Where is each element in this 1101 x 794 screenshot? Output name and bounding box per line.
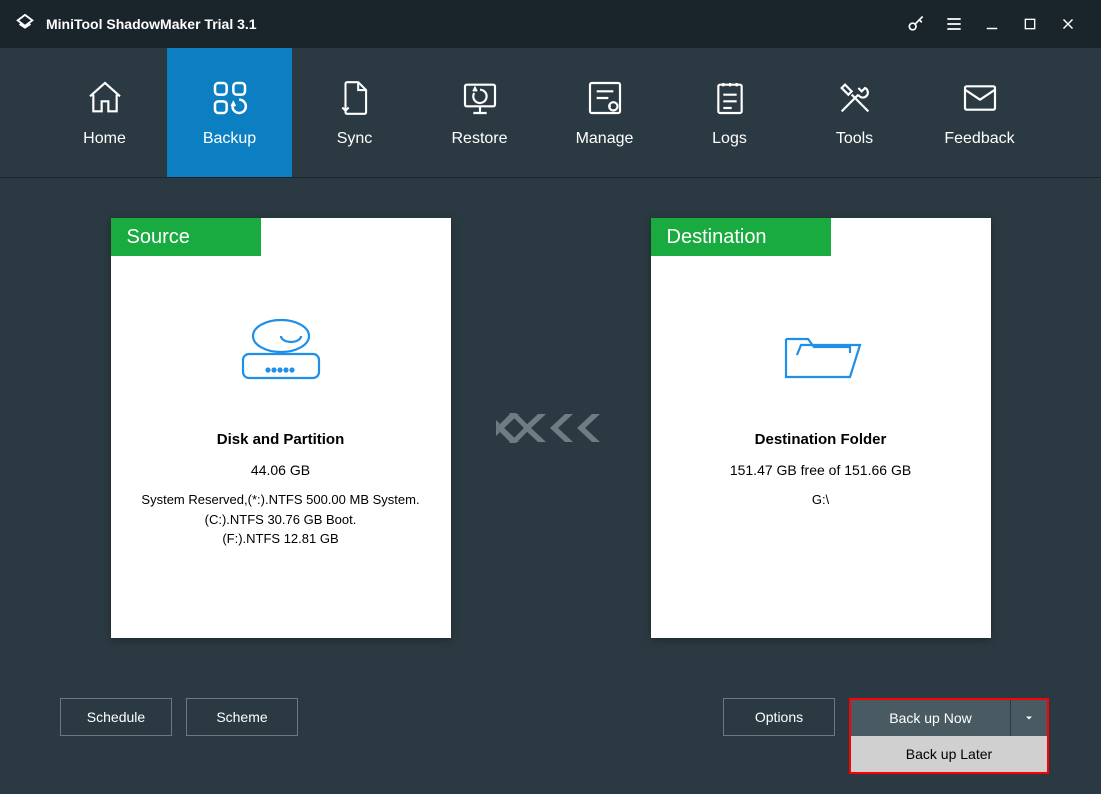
- nav-label: Tools: [836, 130, 873, 148]
- schedule-button[interactable]: Schedule: [60, 698, 172, 736]
- source-title: Disk and Partition: [217, 431, 345, 448]
- manage-icon: [585, 78, 625, 118]
- nav-restore[interactable]: Restore: [417, 48, 542, 177]
- nav-label: Home: [83, 130, 126, 148]
- source-tag: Source: [127, 226, 190, 249]
- feedback-icon: [960, 78, 1000, 118]
- nav-label: Backup: [203, 130, 256, 148]
- source-detail: System Reserved,(*:).NTFS 500.00 MB Syst…: [123, 490, 437, 549]
- main-nav: Home Backup Sync Restore Manage Logs T: [0, 48, 1101, 178]
- options-button[interactable]: Options: [723, 698, 835, 736]
- nav-home[interactable]: Home: [42, 48, 167, 177]
- nav-label: Sync: [337, 130, 373, 148]
- restore-icon: [460, 78, 500, 118]
- nav-label: Feedback: [944, 130, 1014, 148]
- home-icon: [85, 78, 125, 118]
- nav-logs[interactable]: Logs: [667, 48, 792, 177]
- sync-icon: [335, 78, 375, 118]
- backup-icon: [210, 78, 250, 118]
- destination-panel[interactable]: Destination Destination Folder 151.47 GB…: [651, 218, 991, 638]
- tools-icon: [835, 78, 875, 118]
- logs-icon: [710, 78, 750, 118]
- scheme-button[interactable]: Scheme: [186, 698, 298, 736]
- source-size: 44.06 GB: [251, 462, 310, 478]
- backup-split-button: Back up Now Back up Later: [849, 698, 1049, 774]
- menu-icon[interactable]: [935, 0, 973, 48]
- nav-tools[interactable]: Tools: [792, 48, 917, 177]
- nav-label: Logs: [712, 130, 747, 148]
- folder-icon: [771, 311, 871, 391]
- nav-label: Restore: [451, 130, 507, 148]
- app-logo-icon: [14, 13, 36, 35]
- minimize-button[interactable]: [973, 0, 1011, 48]
- app-title: MiniTool ShadowMaker Trial 3.1: [46, 16, 257, 32]
- transfer-arrows-icon: [481, 408, 621, 448]
- nav-manage[interactable]: Manage: [542, 48, 667, 177]
- nav-sync[interactable]: Sync: [292, 48, 417, 177]
- nav-label: Manage: [576, 130, 634, 148]
- destination-title: Destination Folder: [755, 431, 887, 448]
- workspace: Source Disk and Partition: [0, 178, 1101, 794]
- backup-later-item[interactable]: Back up Later: [851, 736, 1047, 772]
- nav-feedback[interactable]: Feedback: [917, 48, 1042, 177]
- footer-bar: Schedule Scheme Options Back up Now Back…: [60, 698, 1049, 774]
- destination-path: G:\: [794, 490, 847, 510]
- close-button[interactable]: [1049, 0, 1087, 48]
- source-panel[interactable]: Source Disk and Partition: [111, 218, 451, 638]
- disk-icon: [231, 311, 331, 391]
- backup-dropdown-toggle[interactable]: [1011, 700, 1047, 736]
- titlebar: MiniTool ShadowMaker Trial 3.1: [0, 0, 1101, 48]
- destination-size: 151.47 GB free of 151.66 GB: [730, 462, 911, 478]
- backup-now-button[interactable]: Back up Now: [851, 700, 1011, 736]
- maximize-button[interactable]: [1011, 0, 1049, 48]
- nav-backup[interactable]: Backup: [167, 48, 292, 177]
- destination-tag: Destination: [667, 226, 767, 249]
- key-icon[interactable]: [897, 0, 935, 48]
